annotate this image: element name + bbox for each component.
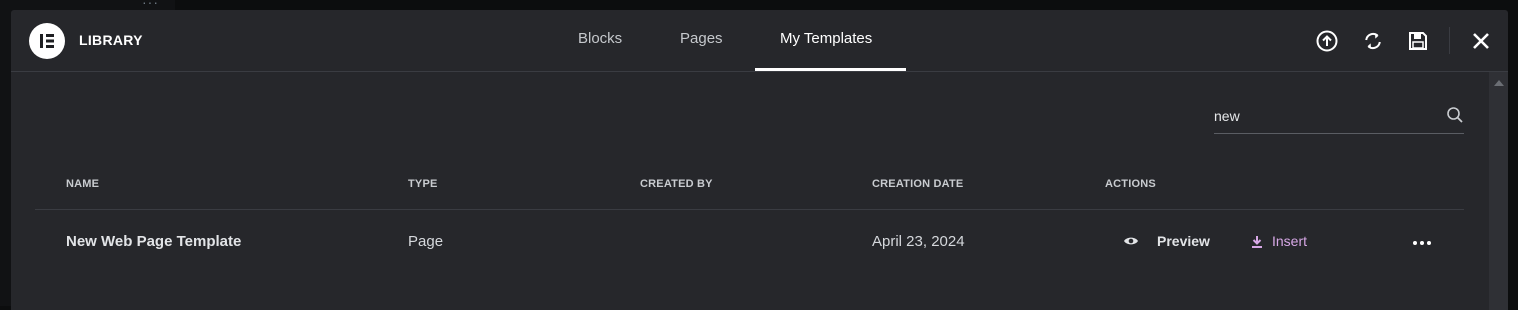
template-creation-date: April 23, 2024 [872,233,965,250]
backdrop-menu-icon: ··· [142,0,159,10]
elementor-logo-icon [29,23,65,59]
upload-icon[interactable] [1315,29,1339,53]
preview-label: Preview [1157,233,1210,249]
insert-button[interactable]: Insert [1251,233,1307,249]
search-input[interactable] [1214,102,1434,130]
column-header-actions: ACTIONS [1105,178,1156,190]
modal-header: LIBRARY Blocks Pages My Templates [11,10,1508,72]
eye-icon [1123,235,1139,247]
tab-pages[interactable]: Pages [680,30,723,47]
template-name: New Web Page Template [66,233,242,250]
header-divider [1449,27,1450,54]
tab-my-templates[interactable]: My Templates [780,30,872,47]
tab-blocks[interactable]: Blocks [578,30,622,47]
vertical-scrollbar[interactable] [1489,72,1508,310]
table-divider [35,209,1464,210]
scroll-up-arrow-icon[interactable] [1494,80,1504,86]
sync-icon[interactable] [1361,29,1385,53]
template-library-modal: LIBRARY Blocks Pages My Templates new NA… [11,10,1508,310]
column-header-creation-date: CREATION DATE [872,178,964,190]
more-options-icon[interactable] [1412,233,1432,251]
search-icon[interactable] [1446,106,1464,129]
active-tab-indicator [755,68,906,71]
column-header-type: TYPE [408,178,438,190]
search-box [1214,102,1464,134]
insert-label: Insert [1272,233,1308,249]
column-header-name: NAME [66,178,100,190]
close-icon[interactable] [1469,29,1493,53]
preview-button[interactable]: Preview [1123,233,1210,249]
save-icon[interactable] [1406,29,1430,53]
column-header-created-by: CREATED BY [640,178,713,190]
library-title: LIBRARY [79,32,143,48]
template-type: Page [408,233,444,250]
download-icon [1251,235,1263,248]
